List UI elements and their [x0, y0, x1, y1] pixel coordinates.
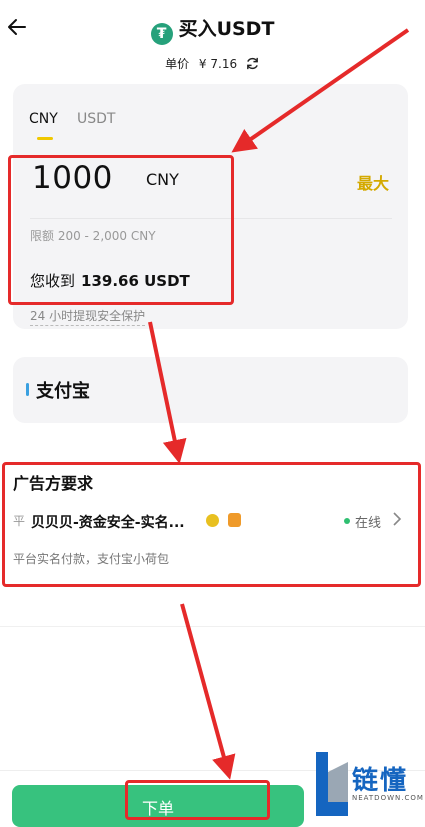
highlight-box-amount	[8, 155, 234, 305]
protection-link[interactable]: 24 小时提现安全保护	[30, 307, 146, 326]
tether-logo-icon: ₮	[150, 23, 173, 45]
payment-indicator	[26, 383, 29, 396]
arrow-3	[180, 603, 236, 780]
page-title: 买入USDT	[178, 18, 275, 40]
section-separator	[0, 626, 425, 627]
active-tab-indicator	[37, 137, 53, 140]
price-value: ¥ 7.16	[198, 57, 238, 71]
highlight-box-order	[125, 780, 270, 820]
price-label: 单价	[165, 57, 190, 71]
tab-usdt[interactable]: USDT	[77, 111, 115, 127]
watermark-site: NEATDOWN.COM	[352, 794, 424, 802]
refresh-icon[interactable]	[245, 56, 260, 74]
watermark-logo-icon	[312, 752, 350, 820]
max-button[interactable]: 最大	[357, 170, 389, 194]
tab-cny[interactable]: CNY	[29, 111, 58, 127]
page-title-bar: ₮ 买入USDT	[0, 14, 425, 45]
highlight-box-advertiser	[2, 462, 421, 587]
payment-method-name: 支付宝	[36, 381, 90, 402]
unit-price: 单价 ¥ 7.16	[0, 55, 425, 74]
watermark-brand: 链懂	[352, 766, 409, 796]
